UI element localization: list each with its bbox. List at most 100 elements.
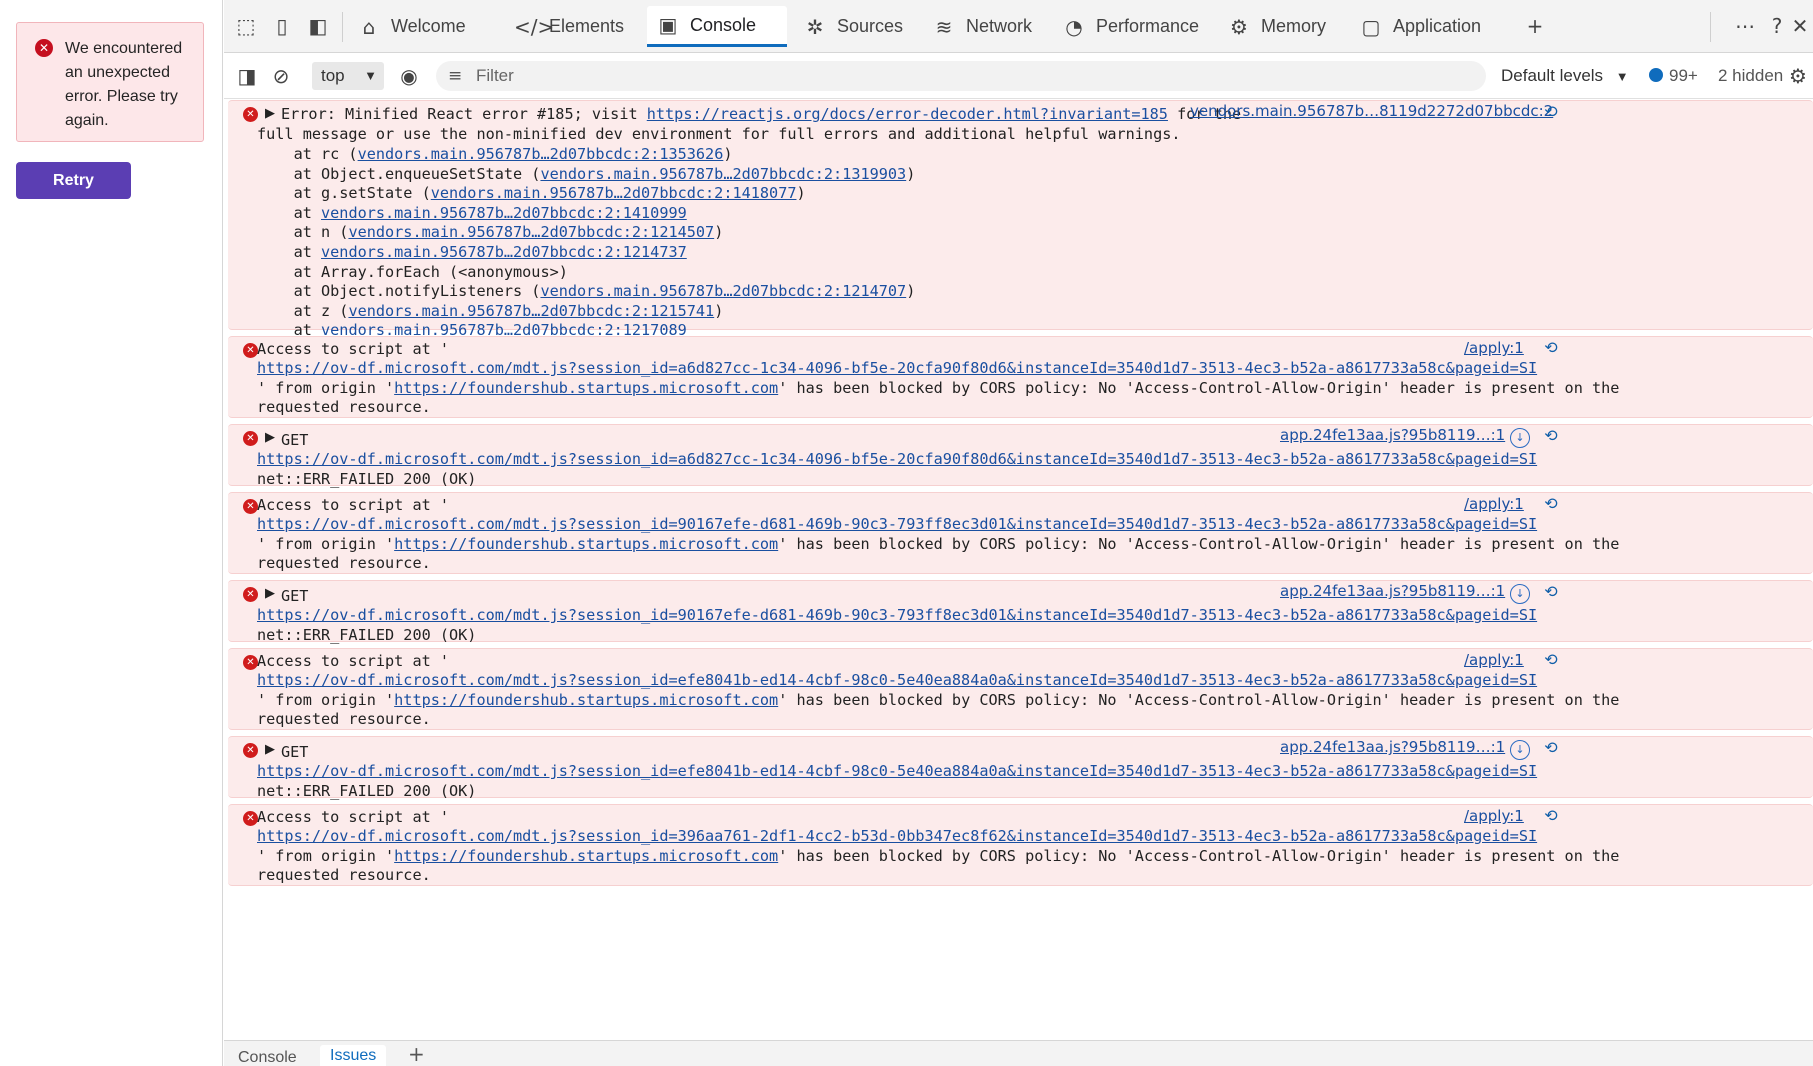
expand-triangle-icon[interactable]: ▶ [265,742,275,757]
stack-frame-link[interactable]: vendors.main.956787b…2d07bbcdc:2:1410999 [321,204,687,222]
message-text: Access to script at ' [257,808,450,826]
script-url-link[interactable]: https://ov-df.microsoft.com/mdt.js?sessi… [257,359,1537,377]
message-source-link[interactable]: app.24fe13aa.js?95b8119…:1 [1280,738,1505,756]
more-options-icon[interactable]: ⋯ [1731,12,1759,40]
origin-link[interactable]: https://foundershub.startups.microsoft.c… [394,535,778,553]
stack-frame-link[interactable]: vendors.main.956787b…2d07bbcdc:2:1418077 [431,184,797,202]
tab-label: Elements [549,16,625,36]
message-source-link[interactable]: /apply:1 [1464,495,1524,513]
expand-triangle-icon[interactable]: ▶ [265,586,275,601]
message-status: net::ERR_FAILED 200 (OK) [257,470,477,488]
script-url-link[interactable]: https://ov-df.microsoft.com/mdt.js?sessi… [257,671,1537,689]
tab-network[interactable]: ≋ Network [923,6,1040,47]
copilot-explain-icon[interactable]: ⟲ [1540,737,1562,759]
message-source-link[interactable]: app.24fe13aa.js?95b8119…:1 [1280,426,1505,444]
inspect-element-icon[interactable]: ⬚ [232,12,260,40]
error-icon: ✕ [243,655,258,670]
log-levels-dropdown[interactable]: Default levels ▼ [1501,62,1629,90]
tab-sources[interactable]: ✲ Sources [794,6,911,47]
tab-label: Network [966,16,1033,36]
tab-console[interactable]: ▣ Console [647,6,787,47]
expand-triangle-icon[interactable]: ▶ [265,430,275,445]
context-select[interactable]: top ▼ [312,62,384,90]
gauge-icon: ◔ [1065,14,1083,39]
console-message-error: ✕ ▶ GET https://ov-df.microsoft.com/mdt.… [228,736,1813,800]
request-url-link[interactable]: https://ov-df.microsoft.com/mdt.js?sessi… [257,606,1537,624]
issues-count: 99+ [1669,66,1698,85]
network-request-icon[interactable]: ↓ [1510,740,1530,760]
message-text: GET [281,431,309,449]
stack-frame: at n (vendors.main.956787b…2d07bbcdc:2:1… [257,223,724,242]
clear-console-icon[interactable]: ⊘ [267,62,295,90]
drawer-tab-issues[interactable]: Issues [320,1045,387,1066]
dock-sidebar-icon[interactable]: ◧ [304,12,332,40]
stack-frame: at z (vendors.main.956787b…2d07bbcdc:2:1… [257,301,724,320]
device-emulation-icon[interactable]: ▯ [268,12,296,40]
tab-welcome[interactable]: ⌂ Welcome [348,6,474,47]
devtools-panel: ⬚ ▯ ◧ ⌂ Welcome </> Elements ▣ Console ✲… [224,0,1813,1066]
console-message-error: ✕ Access to script at ' https://ov-df.mi… [228,492,1813,574]
settings-gear-icon[interactable]: ⚙ [1786,62,1810,90]
stack-frame-link[interactable]: vendors.main.956787b…2d07bbcdc:2:1319903 [540,165,906,183]
stack-frame-link[interactable]: vendors.main.956787b…2d07bbcdc:2:1214737 [321,243,687,261]
origin-link[interactable]: https://foundershub.startups.microsoft.c… [394,691,778,709]
copilot-explain-icon[interactable]: ⟲ [1540,493,1562,515]
copilot-explain-icon[interactable]: ⟲ [1540,805,1562,827]
expand-triangle-icon[interactable]: ▶ [265,106,275,121]
add-drawer-tab-icon[interactable]: + [408,1042,425,1066]
tab-application[interactable]: ▢ Application [1350,6,1489,47]
tab-elements[interactable]: </> Elements [506,6,632,47]
divider [342,12,343,42]
stack-frame-link[interactable]: vendors.main.956787b…2d07bbcdc:2:1214507 [348,223,714,241]
copilot-explain-icon[interactable]: ⟲ [1540,101,1562,123]
stack-frame-link[interactable]: vendors.main.956787b…2d07bbcdc:2:1215741 [348,302,714,320]
message-status: net::ERR_FAILED 200 (OK) [257,782,477,800]
retry-button[interactable]: Retry [16,162,131,199]
error-icon: ✕ [243,743,258,758]
live-expression-eye-icon[interactable]: ◉ [395,62,423,90]
error-decoder-link[interactable]: https://reactjs.org/docs/error-decoder.h… [647,105,1168,123]
error-icon: ✕ [243,811,258,826]
network-request-icon[interactable]: ↓ [1510,584,1530,604]
message-text: Access to script at ' [257,340,450,358]
stack-frame-link[interactable]: vendors.main.956787b…2d07bbcdc:2:1214707 [540,282,906,300]
error-icon: ✕ [243,343,258,358]
close-devtools-icon[interactable]: ✕ [1789,12,1811,40]
filter-input[interactable]: ≡ Filter [436,61,1486,91]
stack-frame: at Object.enqueueSetState (vendors.main.… [257,164,916,183]
copilot-explain-icon[interactable]: ⟲ [1540,425,1562,447]
chip-icon: ⚙ [1230,14,1248,39]
network-request-icon[interactable]: ↓ [1510,428,1530,448]
message-source-link[interactable]: /apply:1 [1464,807,1524,825]
message-source-link[interactable]: /apply:1 [1464,339,1524,357]
origin-link[interactable]: https://foundershub.startups.microsoft.c… [394,379,778,397]
help-icon[interactable]: ? [1763,12,1791,40]
copilot-explain-icon[interactable]: ⟲ [1540,649,1562,671]
copilot-explain-icon[interactable]: ⟲ [1540,581,1562,603]
message-source-link[interactable]: app.24fe13aa.js?95b8119…:1 [1280,582,1505,600]
message-text: Access to script at ' [257,652,450,670]
copilot-explain-icon[interactable]: ⟲ [1540,337,1562,359]
tab-performance[interactable]: ◔ Performance [1053,6,1207,47]
message-text: GET [281,587,309,605]
add-tab-icon[interactable]: + [1521,12,1549,40]
request-url-link[interactable]: https://ov-df.microsoft.com/mdt.js?sessi… [257,762,1537,780]
drawer-tab-console[interactable]: Console [238,1049,297,1066]
message-source-link[interactable]: /apply:1 [1464,651,1524,669]
stack-frame: at vendors.main.956787b…2d07bbcdc:2:1214… [257,243,687,261]
script-url-link[interactable]: https://ov-df.microsoft.com/mdt.js?sessi… [257,827,1537,845]
tab-label: Welcome [391,16,466,36]
show-sidebar-icon[interactable]: ◨ [233,62,261,90]
request-url-link[interactable]: https://ov-df.microsoft.com/mdt.js?sessi… [257,450,1537,468]
error-message: We encountered an unexpected error. Plea… [65,40,183,129]
issues-counter[interactable]: 99+ [1649,62,1698,90]
tab-memory[interactable]: ⚙ Memory [1218,6,1334,47]
message-text-tail: requested resource. [257,710,431,728]
origin-link[interactable]: https://foundershub.startups.microsoft.c… [394,847,778,865]
stack-frame-link[interactable]: vendors.main.956787b…2d07bbcdc:2:1353626 [358,145,724,163]
filter-icon: ≡ [448,66,463,86]
script-url-link[interactable]: https://ov-df.microsoft.com/mdt.js?sessi… [257,515,1537,533]
message-text-tail: requested resource. [257,398,431,416]
message-source-link[interactable]: vendors.main.956787b…8119d2272d07bbcdc:2 [1190,102,1553,120]
message-text: Access to script at ' [257,496,450,514]
